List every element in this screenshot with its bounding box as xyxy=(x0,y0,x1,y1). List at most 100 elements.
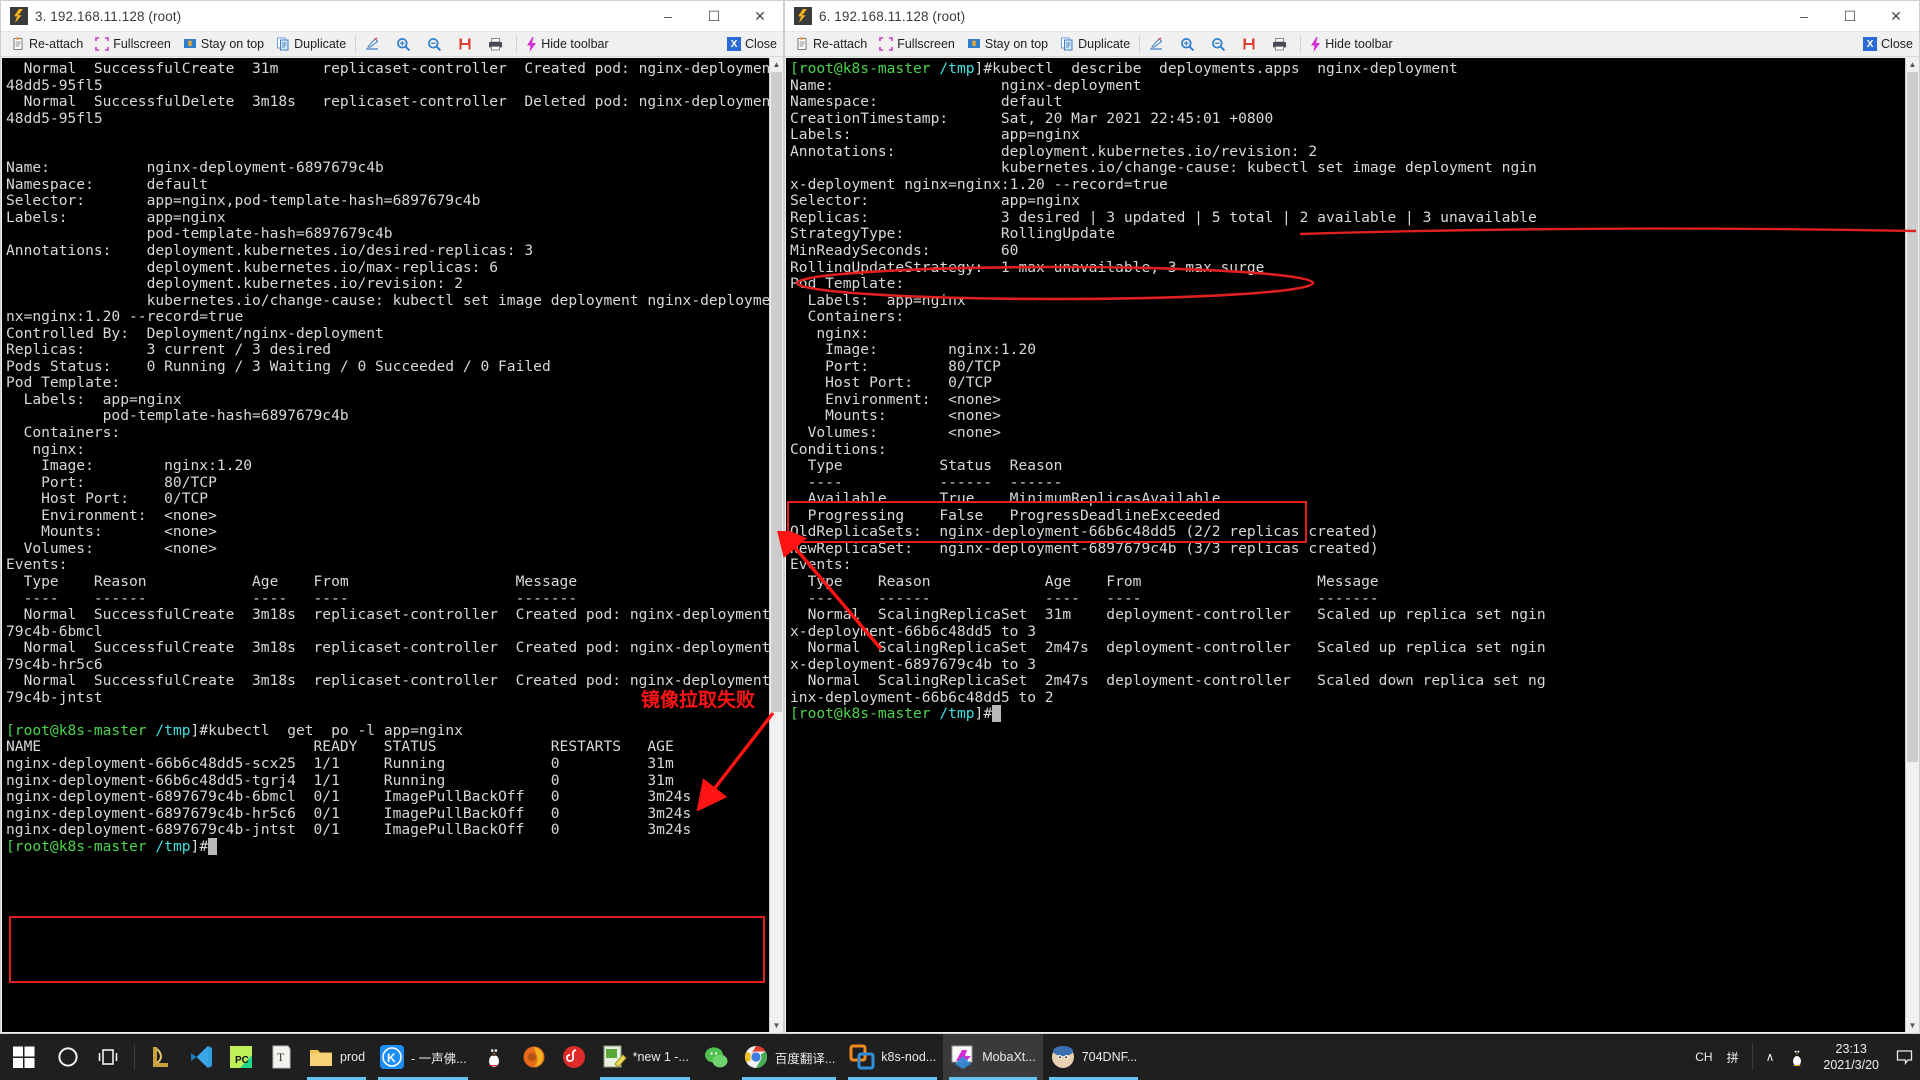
toolbar-left[interactable]: Re-attach Fullscreen Stay on top Duplica… xyxy=(1,32,783,57)
scrollbar-right[interactable]: ▲ ▼ xyxy=(1905,58,1919,1032)
terminal-text-left: Normal SuccessfulCreate 31m replicaset-c… xyxy=(6,60,769,855)
duplicate-label: Duplicate xyxy=(1078,37,1131,51)
print-icon xyxy=(1272,37,1287,51)
print-icon xyxy=(488,37,503,51)
zoom-out-button[interactable] xyxy=(421,32,452,57)
zoom-out-button[interactable] xyxy=(1205,32,1236,57)
app-pycharm-button[interactable]: PC xyxy=(221,1034,261,1080)
app-dnf-label: 704DNF... xyxy=(1081,1050,1138,1064)
app-editplus-button[interactable]: *new 1 -... xyxy=(594,1034,696,1080)
svg-text:T: T xyxy=(277,1050,285,1064)
scroll-down-icon[interactable]: ▼ xyxy=(770,1019,783,1032)
reattach-button[interactable]: Re-attach xyxy=(5,32,89,57)
app-wechat-button[interactable] xyxy=(696,1034,736,1080)
terminal-area-left[interactable]: Normal SuccessfulCreate 31m replicaset-c… xyxy=(2,58,783,1032)
app-firefox-button[interactable] xyxy=(514,1034,554,1080)
zoom-in-button[interactable] xyxy=(1174,32,1205,57)
edit-button[interactable] xyxy=(359,32,390,57)
scroll-thumb[interactable] xyxy=(1907,72,1918,762)
scroll-up-icon[interactable]: ▲ xyxy=(770,58,783,71)
app-editplus-label: *new 1 -... xyxy=(632,1050,689,1064)
close-session-button[interactable]: X Close xyxy=(721,32,783,57)
app-dnf-button[interactable]: 704DNF... xyxy=(1043,1034,1145,1080)
kugou-music-icon: K xyxy=(380,1045,405,1069)
task-view-button[interactable] xyxy=(88,1034,128,1080)
reattach-button[interactable]: Re-attach xyxy=(789,32,873,57)
terminal-window-right[interactable]: 6. 192.168.11.128 (root) – ☐ ✕ Re-attach… xyxy=(775,0,1920,1034)
ime-lang-indicator[interactable]: CH xyxy=(1688,1050,1719,1064)
notification-center-button[interactable] xyxy=(1889,1049,1920,1066)
fullscreen-label: Fullscreen xyxy=(897,37,955,51)
lightning-icon xyxy=(526,36,537,52)
fullscreen-icon xyxy=(879,37,894,51)
cortana-search-button[interactable] xyxy=(48,1034,88,1080)
print-button[interactable] xyxy=(1266,32,1297,57)
toolbar-separator xyxy=(355,35,357,53)
duplicate-button[interactable]: Duplicate xyxy=(270,32,352,57)
app-lol-button[interactable] xyxy=(141,1034,181,1080)
app-chrome-button[interactable]: 百度翻译... xyxy=(736,1034,842,1080)
stay-on-top-button[interactable]: Stay on top xyxy=(177,32,270,57)
netease-music-icon xyxy=(562,1046,585,1068)
edit-button[interactable] xyxy=(1143,32,1174,57)
terminal-area-right[interactable]: [root@k8s-master /tmp]#kubectl describe … xyxy=(786,58,1919,1032)
stay-on-top-button[interactable]: Stay on top xyxy=(961,32,1054,57)
minimize-button[interactable]: – xyxy=(645,1,691,32)
maximize-button[interactable]: ☐ xyxy=(691,1,737,32)
system-tray[interactable]: CH 拼 ∧ 23:13 2021/3/20 xyxy=(1688,1034,1920,1080)
close-label: Close xyxy=(1881,37,1913,51)
close-button[interactable]: ✕ xyxy=(737,1,783,32)
scroll-up-icon[interactable]: ▲ xyxy=(1906,58,1919,71)
stay-on-top-icon xyxy=(183,37,197,51)
taskbar[interactable]: PC T prod K - 一声佛... *new 1 -... 百度翻译...… xyxy=(0,1034,1920,1080)
window-title: 3. 192.168.11.128 (root) xyxy=(35,8,182,24)
league-of-legends-icon xyxy=(153,1047,168,1067)
reattach-label: Re-attach xyxy=(29,37,84,51)
app-netease-music-button[interactable] xyxy=(554,1034,594,1080)
clock[interactable]: 23:13 2021/3/20 xyxy=(1813,1041,1889,1073)
app-qq-button[interactable] xyxy=(474,1034,514,1080)
folder-icon xyxy=(310,1050,332,1066)
chrome-icon xyxy=(744,1046,767,1068)
show-hidden-icons-button[interactable]: ∧ xyxy=(1759,1050,1782,1064)
save-button[interactable] xyxy=(452,32,482,57)
lightning-icon xyxy=(1310,36,1321,52)
start-button[interactable] xyxy=(0,1034,48,1080)
save-button[interactable] xyxy=(1236,32,1266,57)
close-button[interactable]: ✕ xyxy=(1873,1,1919,32)
terminal-screen-right[interactable]: [root@k8s-master /tmp]#kubectl describe … xyxy=(786,58,1905,1032)
scroll-thumb[interactable] xyxy=(771,72,782,712)
ime-mode-indicator[interactable]: 拼 xyxy=(1720,1049,1746,1066)
close-session-button[interactable]: X Close xyxy=(1857,32,1919,57)
minimize-button[interactable]: – xyxy=(1781,1,1827,32)
linux-tray-icon[interactable] xyxy=(1781,1047,1813,1067)
app-vscode-button[interactable] xyxy=(181,1034,221,1080)
fullscreen-button[interactable]: Fullscreen xyxy=(89,32,177,57)
hide-toolbar-button[interactable]: Hide toolbar xyxy=(1304,32,1398,57)
wechat-icon xyxy=(704,1047,728,1068)
reattach-label: Re-attach xyxy=(813,37,868,51)
hide-toolbar-button[interactable]: Hide toolbar xyxy=(520,32,614,57)
app-xshell-button[interactable]: k8s-nod... xyxy=(842,1034,943,1080)
toolbar-separator-2 xyxy=(1300,35,1302,53)
titlebar-left[interactable]: 3. 192.168.11.128 (root) – ☐ ✕ xyxy=(1,1,783,32)
toolbar-right[interactable]: Re-attach Fullscreen Stay on top Duplica… xyxy=(785,32,1919,57)
app-typora-button[interactable]: T xyxy=(261,1034,301,1080)
scroll-down-icon[interactable]: ▼ xyxy=(1906,1019,1919,1032)
app-kugou-button[interactable]: K - 一声佛... xyxy=(372,1034,474,1080)
pycharm-icon: PC xyxy=(230,1046,252,1068)
task-view-icon xyxy=(98,1049,118,1065)
terminal-screen-left[interactable]: Normal SuccessfulCreate 31m replicaset-c… xyxy=(2,58,769,1032)
editplus-icon xyxy=(603,1045,627,1068)
folder-prod-button[interactable]: prod xyxy=(301,1034,372,1080)
titlebar-right[interactable]: 6. 192.168.11.128 (root) – ☐ ✕ xyxy=(785,1,1919,32)
taskbar-divider xyxy=(134,1044,135,1070)
scrollbar-left[interactable]: ▲ ▼ xyxy=(769,58,783,1032)
app-mobaxterm-button[interactable]: MobaXt... xyxy=(943,1034,1043,1080)
fullscreen-button[interactable]: Fullscreen xyxy=(873,32,961,57)
duplicate-button[interactable]: Duplicate xyxy=(1054,32,1136,57)
print-button[interactable] xyxy=(482,32,513,57)
zoom-in-button[interactable] xyxy=(390,32,421,57)
terminal-window-left[interactable]: 3. 192.168.11.128 (root) – ☐ ✕ Re-attach… xyxy=(0,0,784,1034)
maximize-button[interactable]: ☐ xyxy=(1827,1,1873,32)
